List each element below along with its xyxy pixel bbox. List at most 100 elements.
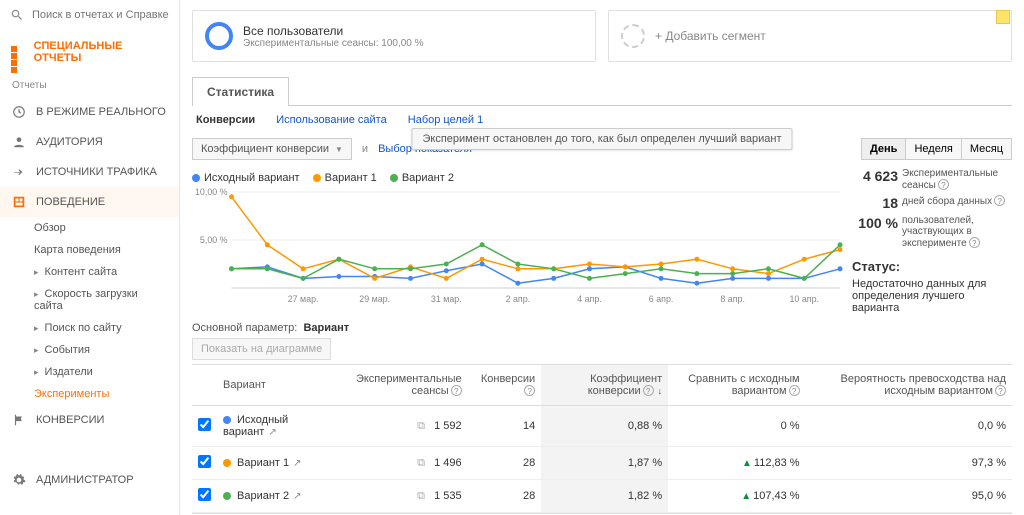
dashboard-icon [10, 45, 24, 59]
svg-text:27 мар.: 27 мар. [288, 294, 319, 304]
external-link-icon[interactable]: ↗ [268, 427, 276, 438]
nav-admin[interactable]: АДМИНИСТРАТОР [0, 465, 179, 495]
th-sessions[interactable]: Экспериментальные сеансы? [320, 365, 467, 406]
help-icon[interactable]: ? [938, 179, 949, 190]
chart-toolbar: Эксперимент остановлен до того, как был … [192, 134, 1012, 168]
stat-days-n: 18 [852, 195, 898, 211]
gear-icon [12, 473, 26, 487]
legend-dot-original [192, 174, 200, 182]
search-icon [10, 8, 24, 22]
status-heading: Статус: [852, 259, 1012, 274]
tab-statistics[interactable]: Статистика [192, 77, 289, 106]
primary-dimension: Основной параметр: Вариант [192, 314, 1012, 338]
note-indicator[interactable] [996, 10, 1010, 24]
help-icon[interactable]: ? [994, 195, 1005, 206]
row-checkbox[interactable] [198, 488, 211, 501]
sidebar-search[interactable] [0, 0, 179, 30]
sub-flow[interactable]: Карта поведения [0, 239, 179, 261]
up-arrow-icon: ▲ [741, 491, 751, 502]
variant-name: Вариант 1 [237, 457, 289, 469]
add-circle-icon [621, 24, 645, 48]
svg-text:5,00 %: 5,00 % [200, 235, 228, 245]
help-icon[interactable]: ? [969, 237, 980, 248]
nav-conversions[interactable]: КОНВЕРСИИ [0, 405, 179, 435]
period-week[interactable]: Неделя [905, 138, 961, 160]
stat-users-n: 100 % [852, 215, 898, 249]
copy-icon[interactable]: ⧉ [417, 490, 425, 502]
behavior-icon [12, 195, 26, 209]
show-on-chart-button[interactable]: Показать на диаграмме [192, 338, 331, 360]
th-rate[interactable]: Коэффициент конверсии?↓ [541, 365, 668, 406]
stat-sessions-n: 4 623 [852, 168, 898, 191]
external-link-icon[interactable]: ↗ [293, 491, 301, 502]
clock-icon [12, 105, 26, 119]
legend-dot-v1 [313, 174, 321, 182]
special-reports-label: СПЕЦИАЛЬНЫЕ ОТЧЕТЫ [34, 40, 169, 64]
row-checkbox[interactable] [198, 455, 211, 468]
special-reports[interactable]: СПЕЦИАЛЬНЫЕ ОТЧЕТЫ [0, 30, 179, 74]
help-icon[interactable]: ? [995, 385, 1006, 396]
table-row: Вариант 2↗⧉ 1 535281,82 %▲107,43 %95,0 % [192, 480, 1012, 513]
copy-icon[interactable]: ⧉ [417, 457, 425, 469]
segment-subtitle: Экспериментальные сеансы: 100,00 % [243, 38, 424, 49]
variant-name: Исходный вариант [223, 414, 288, 438]
subtab-goals[interactable]: Набор целей 1 [408, 114, 483, 126]
nav-realtime[interactable]: В РЕЖИМЕ РЕАЛЬНОГО [0, 97, 179, 127]
help-icon[interactable]: ? [451, 385, 462, 396]
line-chart: 5,00 %10,00 %27 мар.29 мар.31 мар.2 апр.… [192, 186, 844, 306]
help-icon[interactable]: ? [789, 385, 800, 396]
metric-dropdown[interactable]: Коэффициент конверсии ▼ [192, 138, 352, 160]
nav-audience[interactable]: АУДИТОРИЯ [0, 127, 179, 157]
variant-dot [223, 459, 231, 467]
sub-content[interactable]: Контент сайта [0, 261, 179, 283]
th-compare[interactable]: Сравнить с исходным вариантом? [668, 365, 805, 406]
svg-text:8 апр.: 8 апр. [720, 294, 745, 304]
sub-events[interactable]: События [0, 339, 179, 361]
th-conversions[interactable]: Конверсии? [468, 365, 542, 406]
svg-text:31 мар.: 31 мар. [431, 294, 462, 304]
svg-text:10,00 %: 10,00 % [195, 187, 228, 197]
sub-sitesearch[interactable]: Поиск по сайту [0, 317, 179, 339]
th-prob[interactable]: Вероятность превосходства над исходным в… [806, 365, 1012, 406]
row-checkbox[interactable] [198, 418, 211, 431]
segment-title: Все пользователи [243, 24, 424, 38]
reports-section-label: Отчеты [0, 74, 179, 97]
svg-text:6 апр.: 6 апр. [649, 294, 674, 304]
stats-panel: 4 623Экспериментальные сеансы? 18дней сб… [852, 168, 1012, 314]
up-arrow-icon: ▲ [742, 458, 752, 469]
help-icon[interactable]: ? [643, 385, 654, 396]
th-variant[interactable]: Вариант [217, 365, 320, 406]
search-input[interactable] [32, 9, 169, 21]
and-label: и [362, 143, 368, 155]
svg-text:4 апр.: 4 апр. [577, 294, 602, 304]
sub-speed[interactable]: Скорость загрузки сайта [0, 283, 179, 317]
sub-publisher[interactable]: Издатели [0, 361, 179, 383]
variants-table: Вариант Экспериментальные сеансы? Конвер… [192, 364, 1012, 513]
period-month[interactable]: Месяц [961, 138, 1012, 160]
table-row: Исходный вариант↗⧉ 1 592140,88 %0 %0,0 % [192, 406, 1012, 447]
help-icon[interactable]: ? [524, 385, 535, 396]
subtab-usage[interactable]: Использование сайта [276, 114, 386, 126]
variant-dot [223, 416, 231, 424]
segment-circle-icon [205, 22, 233, 50]
th-checkbox [192, 365, 217, 406]
legend-dot-v2 [390, 174, 398, 182]
svg-text:2 апр.: 2 апр. [506, 294, 531, 304]
svg-text:10 апр.: 10 апр. [789, 294, 819, 304]
chevron-down-icon: ▼ [335, 145, 343, 154]
sub-experiments[interactable]: Эксперименты [0, 383, 179, 405]
nav-acquisition[interactable]: ИСТОЧНИКИ ТРАФИКА [0, 157, 179, 187]
period-day[interactable]: День [861, 138, 907, 160]
arrows-icon [12, 165, 26, 179]
external-link-icon[interactable]: ↗ [293, 458, 301, 469]
main-content: Все пользователи Экспериментальные сеанс… [180, 0, 1024, 515]
status-text: Недостаточно данных для определения лучш… [852, 278, 1012, 314]
segment-all-users[interactable]: Все пользователи Экспериментальные сеанс… [192, 10, 596, 62]
copy-icon[interactable]: ⧉ [417, 420, 425, 432]
nav-behavior[interactable]: ПОВЕДЕНИЕ [0, 187, 179, 217]
sidebar: СПЕЦИАЛЬНЫЕ ОТЧЕТЫ Отчеты В РЕЖИМЕ РЕАЛЬ… [0, 0, 180, 515]
sub-overview[interactable]: Обзор [0, 217, 179, 239]
variant-name: Вариант 2 [237, 490, 289, 502]
segment-add[interactable]: + Добавить сегмент [608, 10, 1012, 62]
subtab-conversions[interactable]: Конверсии [196, 114, 255, 126]
